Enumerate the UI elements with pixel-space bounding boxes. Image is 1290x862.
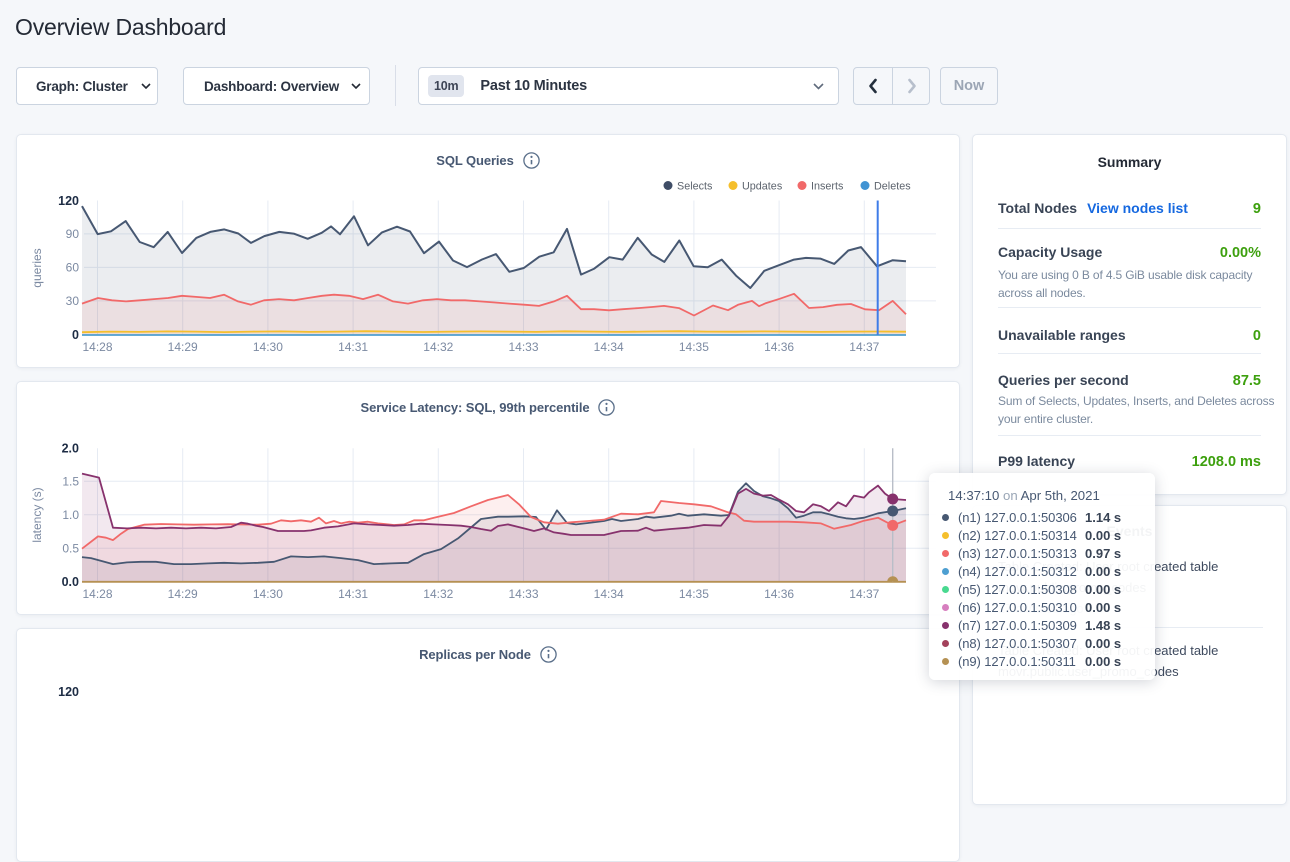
svg-text:14:36: 14:36 [764,340,794,354]
svg-text:0.5: 0.5 [62,541,79,555]
svg-text:14:28: 14:28 [82,587,112,601]
svg-text:90: 90 [66,227,80,241]
svg-text:1.0: 1.0 [62,508,79,522]
svg-text:14:32: 14:32 [423,340,453,354]
svg-text:120: 120 [58,194,79,208]
svg-text:Inserts: Inserts [811,180,844,192]
svg-text:14:30: 14:30 [253,340,283,354]
svg-text:14:30: 14:30 [253,587,283,601]
svg-text:14:29: 14:29 [168,587,198,601]
svg-text:0: 0 [72,328,79,342]
svg-text:0.0: 0.0 [62,575,79,589]
svg-text:14:31: 14:31 [338,587,368,601]
svg-text:latency (s): latency (s) [30,487,44,542]
svg-text:14:32: 14:32 [423,587,453,601]
svg-text:30: 30 [66,294,80,308]
svg-text:14:29: 14:29 [168,340,198,354]
svg-text:14:34: 14:34 [594,587,624,601]
svg-text:2.0: 2.0 [62,441,79,455]
svg-text:14:33: 14:33 [508,587,538,601]
svg-text:queries: queries [30,248,44,287]
svg-text:14:34: 14:34 [594,340,624,354]
svg-text:14:37: 14:37 [849,340,879,354]
svg-text:14:35: 14:35 [679,587,709,601]
svg-text:14:31: 14:31 [338,340,368,354]
svg-text:Updates: Updates [742,180,783,192]
svg-text:60: 60 [66,260,80,274]
svg-text:Deletes: Deletes [874,180,911,192]
svg-text:14:36: 14:36 [764,587,794,601]
svg-text:Selects: Selects [677,180,713,192]
svg-text:1.5: 1.5 [62,474,79,488]
svg-text:14:35: 14:35 [679,340,709,354]
svg-text:14:28: 14:28 [82,340,112,354]
svg-text:14:37: 14:37 [849,587,879,601]
svg-text:14:33: 14:33 [508,340,538,354]
